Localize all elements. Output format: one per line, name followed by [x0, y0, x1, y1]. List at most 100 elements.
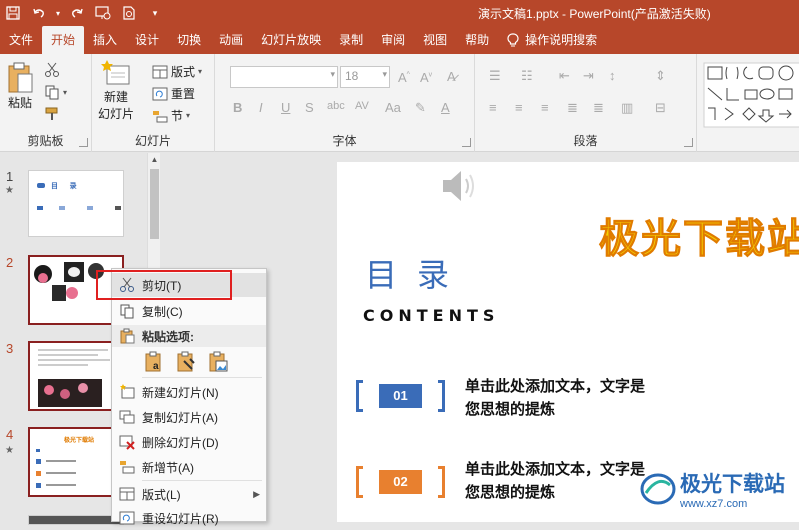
tab-view[interactable]: 视图 — [414, 26, 456, 54]
new-slide-button[interactable]: 新建 幻灯片 — [98, 60, 134, 122]
align-right-icon[interactable]: ≡ — [541, 100, 549, 115]
align-text-icon[interactable]: ⊟ — [655, 100, 666, 116]
strikethrough-icon[interactable]: abc — [327, 100, 345, 112]
grow-font-icon[interactable]: A^ — [398, 70, 410, 85]
menu-separator — [142, 377, 262, 378]
font-group-label: 字体 — [332, 134, 357, 148]
shadow-icon[interactable]: S — [305, 100, 314, 115]
menu-item-reset-slide[interactable]: 重设幻灯片(R) — [112, 506, 266, 530]
menu-item-add-section[interactable]: 新增节(A) — [112, 455, 266, 479]
thumb4-title: 极光下载站 — [64, 438, 95, 444]
tab-insert[interactable]: 插入 — [84, 26, 126, 54]
add-section-icon — [120, 461, 135, 474]
paste-button[interactable]: 粘贴 — [6, 62, 34, 111]
menu-item-layout[interactable]: 版式(L) ▶ — [112, 482, 266, 506]
bold-icon[interactable]: B — [233, 100, 242, 115]
highlight-box — [96, 270, 232, 300]
tell-me-search[interactable]: 操作说明搜索 — [498, 26, 606, 54]
tab-transitions[interactable]: 切换 — [168, 26, 210, 54]
align-center-icon[interactable]: ≡ — [515, 100, 523, 115]
undo-icon[interactable] — [26, 0, 52, 26]
distributed-icon[interactable]: ≣ — [593, 100, 604, 116]
bullets-icon[interactable]: ☰ — [489, 68, 501, 84]
slide-number-3: 3 — [6, 341, 14, 356]
shapes-gallery[interactable] — [703, 62, 799, 128]
reset-button[interactable]: 重置 — [152, 85, 195, 102]
layout-label: 版式 — [171, 65, 196, 79]
speaker-icon[interactable] — [439, 166, 479, 206]
shrink-font-icon[interactable]: Av — [420, 70, 432, 85]
font-size-combo[interactable]: 18 ▾ — [340, 66, 390, 88]
watermark-url: www.xz7.com — [680, 498, 748, 510]
paragraph-launcher-icon[interactable] — [684, 138, 693, 147]
slide-thumbnail-4[interactable]: 极光下载站 — [28, 427, 124, 497]
paste-keep-source-format-icon[interactable] — [174, 349, 198, 375]
cut-button[interactable] — [44, 62, 60, 78]
tab-animations[interactable]: 动画 — [210, 26, 252, 54]
numbering-icon[interactable]: ☷ — [521, 68, 533, 84]
redo-icon[interactable] — [64, 0, 90, 26]
new-slide-icon — [101, 60, 130, 85]
italic-icon[interactable]: I — [259, 100, 263, 115]
clear-format-icon[interactable]: A̷ — [447, 69, 456, 84]
animation-star-icon: ★ — [5, 185, 14, 196]
tab-record[interactable]: 录制 — [330, 26, 372, 54]
print-preview-icon[interactable] — [116, 0, 142, 26]
change-case-icon[interactable]: Aa — [385, 100, 401, 115]
item-1-line-2: 您思想的提炼 — [465, 401, 556, 418]
layout-button[interactable]: 版式 ▾ — [152, 63, 202, 80]
menu-item-delete-slide-label: 删除幻灯片(D) — [142, 435, 219, 450]
undo-dropdown-icon[interactable]: ▾ — [52, 0, 64, 26]
customize-icon[interactable]: ▾ — [142, 0, 168, 26]
scrollbar-thumb[interactable] — [150, 169, 159, 239]
tab-slideshow[interactable]: 幻灯片放映 — [252, 26, 330, 54]
tab-help[interactable]: 帮助 — [456, 26, 498, 54]
menu-item-reset-slide-label: 重设幻灯片(R) — [142, 511, 219, 526]
paste-icon — [8, 62, 33, 93]
text-direction-icon[interactable]: ⇕ — [655, 68, 666, 84]
slide-subtitle: CONTENTS — [363, 306, 500, 325]
reset-slide-icon — [119, 511, 135, 525]
window-title: 演示文稿1.pptx - PowerPoint(产品激活失败) — [478, 7, 711, 21]
increase-indent-icon[interactable]: ⇥ — [583, 68, 594, 84]
tab-file[interactable]: 文件 — [0, 26, 42, 54]
copy-button[interactable]: ▾ — [44, 84, 67, 100]
paste-picture-icon[interactable] — [206, 349, 230, 375]
slide-thumbnail-1[interactable]: 目 录 — [28, 170, 124, 237]
item-1-text[interactable]: 单击此处添加文本，文字是 您思想的提炼 — [465, 375, 645, 421]
clipboard-launcher-icon[interactable] — [79, 138, 88, 147]
menu-item-new-slide[interactable]: 新建幻灯片(N) — [112, 380, 266, 404]
format-painter-button[interactable] — [44, 106, 60, 122]
char-spacing-icon[interactable]: AV — [355, 100, 369, 112]
save-icon[interactable] — [0, 0, 26, 26]
item-2-line-2: 您思想的提炼 — [465, 484, 556, 501]
layout-icon — [152, 65, 168, 78]
tab-home[interactable]: 开始 — [42, 26, 85, 54]
menu-item-duplicate-slide[interactable]: 复制幻灯片(A) — [112, 405, 266, 429]
slide-thumbnail-3[interactable] — [28, 341, 124, 411]
highlight-icon[interactable]: ✎ — [415, 100, 426, 116]
scroll-up-icon[interactable]: ▲ — [148, 153, 161, 166]
columns-icon[interactable]: ▥ — [621, 100, 633, 116]
present-from-beginning-icon[interactable] — [90, 0, 116, 26]
tab-review[interactable]: 审阅 — [372, 26, 414, 54]
font-name-combo[interactable]: ▾ — [230, 66, 338, 88]
paste-use-destination-theme-icon[interactable]: a — [142, 349, 166, 375]
menu-item-delete-slide[interactable]: 删除幻灯片(D) — [112, 430, 266, 454]
decrease-indent-icon[interactable]: ⇤ — [559, 68, 570, 84]
tab-design[interactable]: 设计 — [126, 26, 168, 54]
line-spacing-icon[interactable]: ↕ — [609, 68, 616, 83]
item-2-text[interactable]: 单击此处添加文本，文字是 您思想的提炼 — [465, 458, 645, 504]
align-left-icon[interactable]: ≡ — [489, 100, 497, 115]
slides-group-label: 幻灯片 — [134, 134, 171, 148]
underline-icon[interactable]: U — [281, 100, 290, 115]
section-icon — [153, 110, 168, 122]
font-launcher-icon[interactable] — [462, 138, 471, 147]
menu-separator — [142, 480, 262, 481]
slide-thumbnail-5[interactable] — [28, 515, 124, 525]
section-button[interactable]: 节 ▾ — [152, 107, 190, 124]
justify-icon[interactable]: ≣ — [567, 100, 578, 116]
menu-item-copy[interactable]: 复制(C) — [112, 299, 266, 323]
new-slide-label-2: 幻灯片 — [98, 107, 135, 121]
font-color-icon[interactable]: A — [441, 100, 450, 115]
